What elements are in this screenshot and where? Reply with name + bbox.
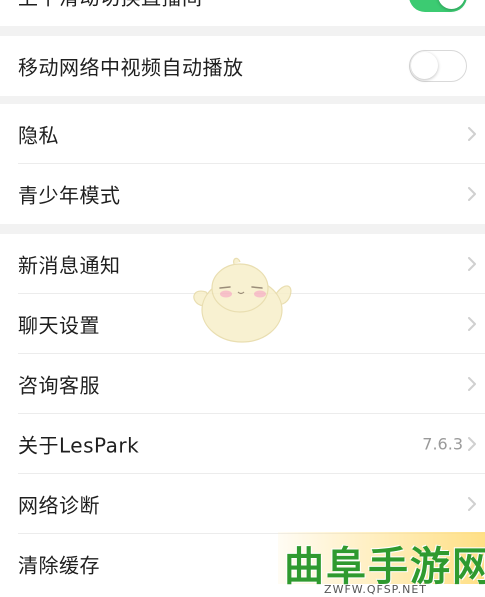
row-label: 关于LesPark: [18, 433, 140, 458]
chevron-right-icon: [468, 257, 476, 271]
chevron-right-icon: [468, 187, 476, 201]
row-label: 隐私: [18, 123, 59, 148]
version-text: 7.6.3: [422, 434, 463, 454]
row-label: 上下滑动切换直播间: [18, 0, 203, 11]
watermark-banner: 曲阜手游网: [278, 532, 485, 590]
watermark-url: ZWFW.QFSP.NET: [324, 583, 427, 596]
mobile-autoplay-toggle[interactable]: [409, 50, 467, 82]
chevron-right-icon: [468, 317, 476, 331]
row-customer-support[interactable]: 咨询客服: [0, 354, 485, 414]
row-label: 移动网络中视频自动播放: [18, 55, 244, 80]
row-label: 新消息通知: [18, 253, 121, 278]
row-label: 咨询客服: [18, 373, 100, 398]
mascot-illustration: [193, 257, 292, 343]
chevron-right-icon: [468, 127, 476, 141]
chevron-right-icon: [468, 377, 476, 391]
chevron-right-icon: [468, 437, 476, 451]
chevron-right-icon: [468, 497, 476, 511]
row-privacy[interactable]: 隐私: [0, 104, 485, 164]
row-label: 清除缓存: [18, 553, 100, 578]
row-mobile-autoplay[interactable]: 移动网络中视频自动播放: [0, 36, 485, 96]
row-teen-mode[interactable]: 青少年模式: [0, 164, 485, 224]
toggle-knob: [438, 0, 465, 9]
toggle-knob: [411, 52, 438, 79]
settings-group-playback-top: 上下滑动切换直播间: [0, 0, 485, 26]
row-swipe-switch-live[interactable]: 上下滑动切换直播间: [0, 0, 485, 26]
settings-group-autoplay: 移动网络中视频自动播放: [0, 36, 485, 96]
swipe-switch-toggle[interactable]: [409, 0, 467, 12]
row-label: 网络诊断: [18, 493, 100, 518]
row-about[interactable]: 关于LesPark 7.6.3: [0, 414, 485, 474]
row-label: 青少年模式: [18, 183, 121, 208]
row-label: 聊天设置: [18, 313, 100, 338]
settings-group-privacy: 隐私 青少年模式: [0, 104, 485, 224]
row-network-diagnosis[interactable]: 网络诊断: [0, 474, 485, 534]
